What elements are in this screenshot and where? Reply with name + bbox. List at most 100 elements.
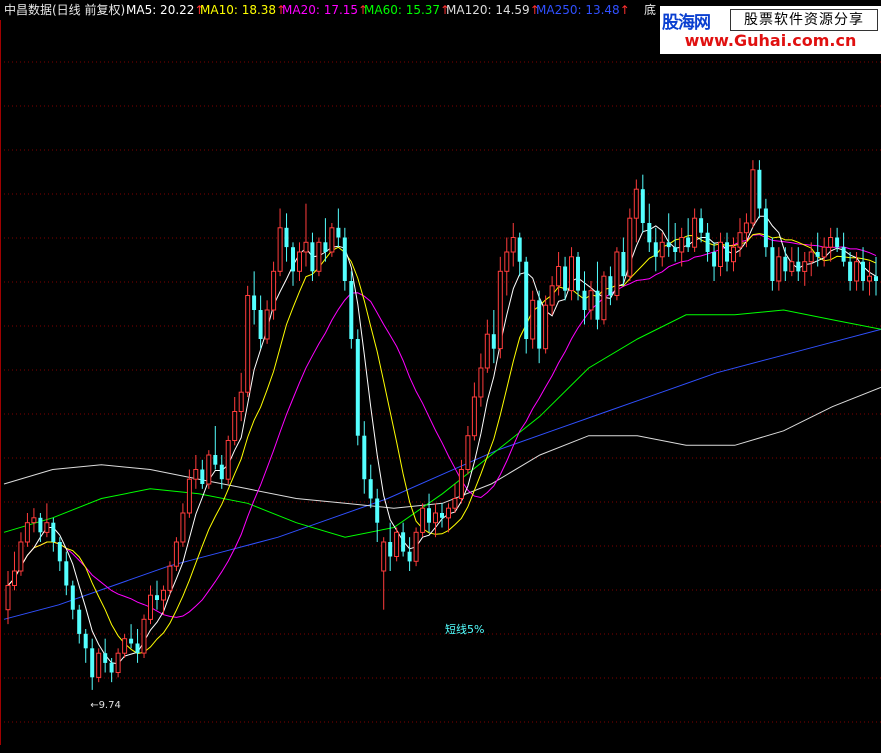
candle-body	[524, 261, 529, 339]
candle-body	[57, 542, 62, 562]
candle-body	[433, 512, 438, 524]
candle-body	[601, 275, 607, 321]
candle-body	[478, 367, 484, 398]
candle-body	[504, 251, 510, 272]
ma120-value: MA120: 14.59	[446, 3, 530, 17]
candle-body	[258, 310, 263, 339]
ma5-line	[7, 215, 877, 665]
candle-body	[549, 285, 555, 306]
candle-body	[633, 188, 639, 219]
candle-body	[109, 662, 114, 673]
candle-body	[362, 435, 367, 480]
candle-body	[310, 242, 315, 272]
right-label: 底	[644, 3, 657, 17]
candle-body	[854, 261, 860, 282]
candle-body	[647, 223, 652, 243]
watermark-logo: 股海网	[662, 13, 711, 33]
candle-body	[115, 652, 121, 674]
candle-body	[757, 169, 762, 209]
ma120-label: MA120: 14.59↑	[446, 0, 540, 20]
candle-body	[569, 256, 574, 292]
candle-body	[692, 217, 698, 248]
candle-body	[38, 517, 43, 533]
candle-body	[122, 638, 128, 654]
candle-body	[763, 208, 768, 248]
ma10-value: MA10: 18.38	[200, 3, 277, 17]
candle-body	[867, 275, 872, 282]
candle-body	[848, 261, 853, 281]
candle-body	[484, 333, 490, 369]
candle-body	[802, 261, 808, 272]
ma20-value: MA20: 17.15	[282, 3, 359, 17]
candle-body	[401, 532, 406, 552]
candle-body	[252, 295, 257, 310]
candle-body	[355, 339, 360, 436]
kline-chart-window: ←9.74 短线5% 中昌数据(日线 前复权) MA5: 20.22↑ MA10:…	[0, 0, 881, 753]
candle-body	[155, 595, 159, 600]
candle-body	[576, 256, 580, 291]
candle-body	[206, 454, 212, 485]
candle-body	[180, 512, 186, 543]
candle-body	[51, 522, 56, 542]
candle-body	[718, 241, 723, 268]
signal-label: 短线5%	[445, 622, 484, 636]
candle-body	[375, 498, 380, 523]
candle-body	[815, 252, 820, 257]
candle-body	[200, 469, 205, 484]
low-price-label: ←9.74	[90, 700, 121, 711]
candle-body	[316, 241, 322, 272]
candle-body	[653, 242, 658, 257]
candle-body	[471, 396, 477, 437]
candle-body	[465, 435, 471, 471]
candle-body	[413, 531, 419, 562]
candle-body	[440, 513, 444, 518]
candle-body	[186, 478, 192, 514]
candle-body	[427, 508, 431, 523]
candle-body	[5, 585, 11, 611]
candle-body	[705, 232, 710, 252]
candle-body	[608, 276, 613, 296]
candle-body	[621, 252, 626, 277]
candle-body	[861, 261, 865, 281]
candle-body	[368, 479, 373, 499]
candlestick-chart[interactable]: ←9.74 短线5%	[0, 0, 881, 753]
candle-body	[595, 290, 600, 320]
candle-body	[446, 507, 451, 519]
candle-body	[90, 648, 95, 678]
candle-body	[77, 609, 82, 634]
candle-body	[297, 251, 302, 272]
ma250-line	[3, 328, 881, 620]
candle-body	[627, 217, 633, 277]
candle-body	[841, 247, 846, 262]
candle-body	[588, 290, 594, 311]
watermark: 股海网 股票软件资源分享 www.Guhai.com.cn	[660, 6, 881, 54]
ma20-line	[7, 234, 877, 618]
candle-body	[12, 570, 17, 586]
candle-body	[96, 652, 102, 678]
candle-body	[737, 232, 743, 248]
ma5-label: MA5: 20.22↑	[126, 0, 204, 20]
candle-body	[193, 469, 199, 480]
candle-body	[821, 246, 827, 258]
candle-body	[264, 309, 270, 340]
candle-body	[497, 270, 503, 350]
candle-body	[232, 411, 238, 441]
candle-body	[18, 541, 24, 572]
candle-body	[83, 633, 88, 649]
candle-body	[582, 290, 587, 310]
candle-body	[323, 242, 328, 252]
candle-body	[420, 507, 426, 533]
candle-body	[336, 227, 341, 238]
candle-body	[219, 464, 224, 480]
candle-body	[31, 517, 37, 524]
ma20-label: MA20: 17.15↑	[282, 0, 368, 20]
candle-body	[743, 222, 749, 234]
candle-body	[103, 653, 108, 663]
candle-body	[731, 246, 736, 263]
candle-body	[64, 561, 69, 586]
arrow-up-icon: ↑	[619, 3, 630, 17]
candle-body	[303, 241, 309, 253]
ma250-label: MA250: 13.48↑	[536, 0, 630, 20]
candle-body	[129, 638, 134, 644]
candle-body	[770, 247, 775, 281]
